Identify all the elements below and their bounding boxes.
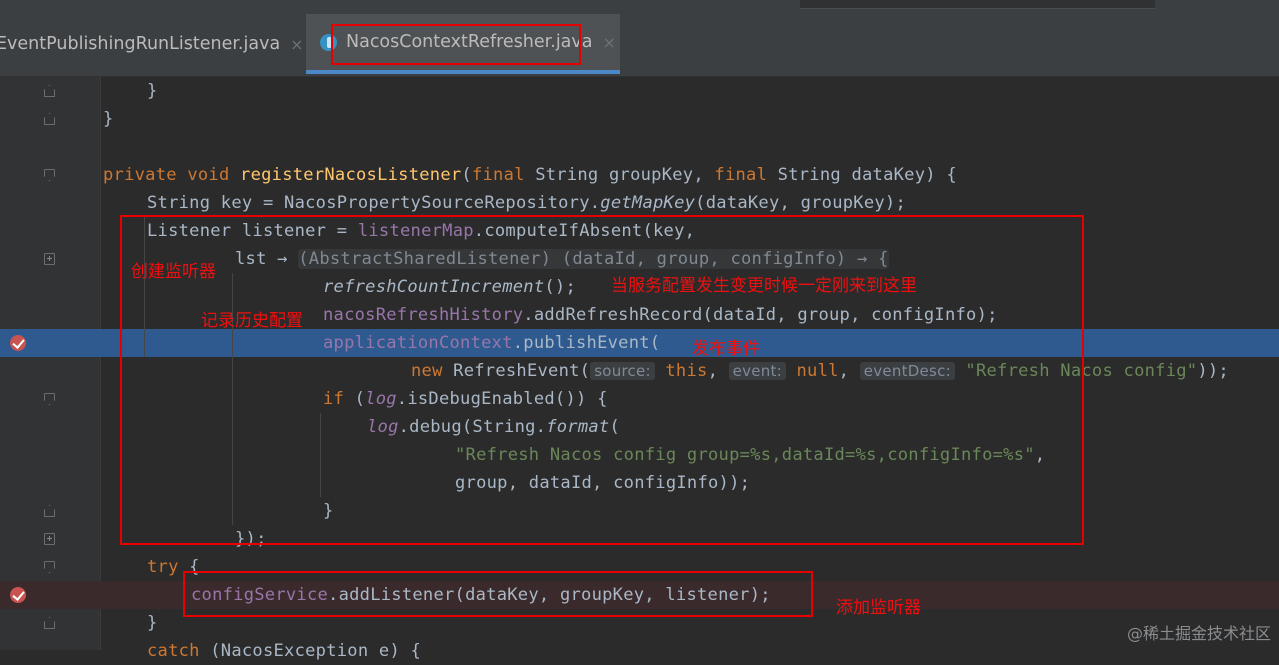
annotation-box-add-listener <box>183 571 813 617</box>
close-icon[interactable]: × <box>603 33 616 52</box>
code-line: private void registerNacosListener(final… <box>103 165 957 185</box>
close-icon[interactable]: × <box>290 35 303 54</box>
fold-icon[interactable] <box>44 533 55 545</box>
code-line: } <box>103 109 114 129</box>
code-line: String key = NacosPropertySourceReposito… <box>147 193 906 213</box>
breakpoint-icon[interactable] <box>10 335 26 351</box>
search-field[interactable] <box>800 0 1155 9</box>
toolbar-strip <box>0 0 1279 14</box>
annotation-record-history: 记录历史配置 <box>201 311 303 331</box>
annotation-box-listener <box>120 215 1084 545</box>
annotation-create-listener: 创建监听器 <box>131 262 216 282</box>
breakpoint-icon[interactable] <box>10 587 26 603</box>
annotation-box-tab <box>331 24 581 65</box>
annotation-publish-event: 发布事件 <box>692 339 760 359</box>
annotation-config-change: 当服务配置发生变更时候一定刚来到这里 <box>611 276 917 296</box>
annotation-add-listener: 添加监听器 <box>836 598 921 618</box>
fold-icon[interactable] <box>44 253 55 265</box>
tab-event-publishing-run-listener[interactable]: EventPublishingRunListener.java × <box>0 14 304 74</box>
watermark: @稀土掘金技术社区 <box>1126 624 1271 643</box>
editor-tab-bar: EventPublishingRunListener.java × NacosC… <box>0 14 1279 77</box>
tab-label: EventPublishingRunListener.java <box>0 34 281 54</box>
code-line: } <box>147 81 158 101</box>
code-line: catch (NacosException e) { <box>147 641 422 661</box>
